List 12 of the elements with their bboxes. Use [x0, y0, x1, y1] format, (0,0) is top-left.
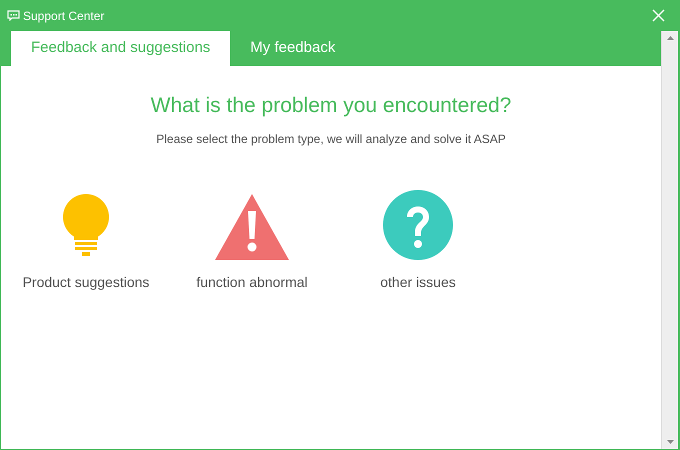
page-heading: What is the problem you encountered? — [150, 93, 512, 119]
warning-icon — [215, 194, 289, 260]
scroll-up-icon[interactable] — [666, 36, 674, 40]
option-label[interactable]: function abnormal — [196, 272, 308, 292]
window-title: Support Center — [23, 8, 104, 24]
chat-icon — [7, 10, 20, 21]
option-label[interactable]: Product suggestions — [22, 272, 150, 292]
option-label[interactable]: other issues — [380, 272, 456, 292]
scrollbar[interactable] — [661, 31, 678, 449]
question-icon — [383, 190, 453, 260]
scroll-down-icon[interactable] — [666, 440, 674, 444]
page-subheading: Please select the problem type, we will analyze and solve it ASAP — [156, 130, 506, 148]
